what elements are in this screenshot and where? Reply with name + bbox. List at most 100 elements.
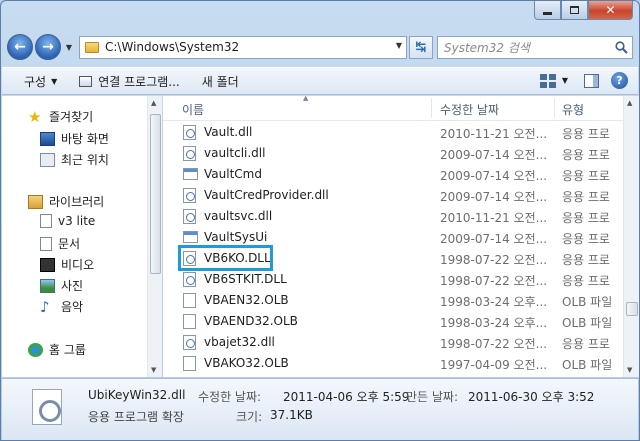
file-row[interactable]: VaultCredProvider.dll 2009-07-14 오전... 응용 … <box>163 185 623 206</box>
file-row[interactable]: VBAEN32.OLB 1998-03-24 오후... OLB 파일 <box>163 290 623 311</box>
recent-pages-dropdown[interactable]: ▼ <box>63 43 75 52</box>
help-icon[interactable]: ? <box>611 72 628 89</box>
sidebar-item-desktop[interactable]: 바탕 화면 <box>40 130 109 147</box>
sort-ascending-icon: ▲ <box>303 96 309 102</box>
file-row[interactable]: VB6STKIT.DLL 1998-07-22 오전... 응용 프로 <box>163 269 623 290</box>
open-with-button[interactable]: 연결 프로그램... <box>79 73 180 90</box>
minimize-button[interactable] <box>534 1 561 20</box>
column-header-date[interactable]: 수정한 날짜 <box>440 101 499 118</box>
preview-pane-icon[interactable] <box>584 73 599 88</box>
file-type: 응용 프로 <box>562 190 610 204</box>
file-name: VBAEND32.OLB <box>204 314 298 328</box>
sidebar-item-music[interactable]: ♪ 음악 <box>40 298 83 315</box>
organize-label: 구성 <box>24 74 47 89</box>
file-type: 응용 프로 <box>562 127 610 141</box>
scrollbar-thumb[interactable] <box>626 302 638 316</box>
size-label: 크기: <box>236 410 263 424</box>
file-row[interactable]: VBAEND32.OLB 1998-03-24 오후... OLB 파일 <box>163 311 623 332</box>
open-with-label: 연결 프로그램... <box>98 74 180 89</box>
search-icon[interactable] <box>615 40 628 54</box>
change-view-icon[interactable] <box>539 73 556 88</box>
recent-places-icon <box>40 152 55 167</box>
dll-file-icon <box>183 335 196 350</box>
new-folder-label: 새 폴더 <box>201 74 239 89</box>
command-bar: 구성 ▼ 연결 프로그램... 새 폴더 ▼ ? <box>2 67 638 95</box>
close-button[interactable]: ✕ <box>588 1 633 20</box>
file-row[interactable]: vaultsvc.dll 2010-11-21 오전... 응용 프로 <box>163 206 623 227</box>
scroll-down-icon[interactable]: ▼ <box>151 366 156 374</box>
sidebar-item-homegroup[interactable]: 홈 그룹 <box>28 341 86 358</box>
application-icon <box>183 231 198 243</box>
file-row[interactable]: vaultcli.dll 2009-07-14 오전... 응용 프로 <box>163 143 623 164</box>
sidebar-label: 사진 <box>61 279 84 293</box>
file-date: 1998-03-24 오후... <box>440 316 548 330</box>
sidebar-item-recent[interactable]: 최근 위치 <box>40 151 109 168</box>
address-text: C:\Windows\System32 <box>105 40 240 54</box>
picture-icon <box>40 278 55 293</box>
highlight-box <box>178 245 273 271</box>
scroll-up-icon[interactable]: ▲ <box>627 99 632 107</box>
file-icon <box>183 356 196 371</box>
forward-button[interactable]: → <box>35 34 61 60</box>
sidebar-label: 라이브러리 <box>49 195 105 209</box>
file-row[interactable]: VBAKO32.OLB 1997-04-09 오전... OLB 파일 <box>163 353 623 374</box>
document-icon <box>40 236 52 251</box>
view-dropdown-icon[interactable]: ▼ <box>562 76 568 85</box>
chevron-down-icon: ▼ <box>51 76 58 86</box>
file-type: 응용 프로 <box>562 253 610 267</box>
file-type: 응용 프로 <box>562 148 610 162</box>
file-date: 2009-07-14 오전... <box>440 190 548 204</box>
desktop-icon <box>40 131 55 146</box>
refresh-button[interactable]: ↹ <box>409 35 433 59</box>
column-header-type[interactable]: 유형 <box>562 101 584 118</box>
file-date: 2009-07-14 오전... <box>440 148 548 162</box>
file-row[interactable]: Vault.dll 2010-11-21 오전... 응용 프로 <box>163 122 623 143</box>
address-bar[interactable]: C:\Windows\System32 ▼ <box>79 35 407 59</box>
file-list-scrollbar[interactable]: ▲ ▼ <box>623 96 639 377</box>
size-value: 37.1KB <box>270 408 313 422</box>
file-icon <box>183 293 196 308</box>
video-icon <box>40 257 55 272</box>
back-button[interactable]: ← <box>7 34 33 60</box>
sidebar-item-pictures[interactable]: 사진 <box>40 277 83 294</box>
column-header-name[interactable]: 이름 <box>182 101 204 118</box>
file-date: 1998-07-22 오전... <box>440 253 548 267</box>
file-list: ▲ 이름 수정한 날짜 유형 Vault.dll 2010-11-21 오전...… <box>163 96 639 377</box>
star-icon: ★ <box>28 107 42 126</box>
file-row[interactable]: VaultCmd 2009-07-14 오전... 응용 프로 <box>163 164 623 185</box>
new-folder-button[interactable]: 새 폴더 <box>202 73 239 90</box>
file-type: 응용 프로 <box>562 337 610 351</box>
file-name: VB6STKIT.DLL <box>204 272 287 286</box>
scroll-up-icon[interactable]: ▲ <box>151 99 156 107</box>
sidebar-item-libraries[interactable]: 라이브러리 <box>28 193 104 210</box>
back-arrow-icon: ← <box>14 39 26 55</box>
address-dropdown-icon[interactable]: ▼ <box>396 41 402 50</box>
scroll-down-icon[interactable]: ▼ <box>627 366 632 374</box>
sidebar-item-videos[interactable]: 비디오 <box>40 256 94 273</box>
file-row[interactable]: vbajet32.dll 1998-07-22 오전... 응용 프로 <box>163 332 623 353</box>
dll-file-icon <box>183 125 196 140</box>
file-name: vaultcli.dll <box>204 146 266 160</box>
organize-button[interactable]: 구성 ▼ <box>24 73 57 90</box>
library-v3-icon <box>40 214 52 228</box>
created-label: 만든 날짜: <box>406 390 459 404</box>
dll-file-icon <box>183 188 196 203</box>
sidebar-item-documents[interactable]: 문서 <box>40 235 80 252</box>
file-name: Vault.dll <box>204 125 253 139</box>
file-date: 2009-07-14 오전... <box>440 169 548 183</box>
file-type: 응용 프로 <box>562 211 610 225</box>
file-type: 응용 프로 <box>562 169 610 183</box>
caption-buttons: ✕ <box>534 1 633 20</box>
scrollbar-thumb[interactable] <box>150 114 161 274</box>
maximize-button[interactable] <box>561 1 588 20</box>
navigation-scrollbar[interactable]: ▲ ▼ <box>147 96 162 377</box>
search-input[interactable]: System32 검색 <box>437 35 633 59</box>
sidebar-item-v3[interactable]: v3 lite <box>40 214 95 228</box>
file-icon <box>183 314 196 329</box>
minimize-icon <box>543 11 552 15</box>
sidebar-item-favorites[interactable]: ★ 즐겨찾기 <box>28 108 93 125</box>
sidebar-label: 최근 위치 <box>61 153 109 167</box>
selected-file-name: UbiKeyWin32.dll <box>88 388 186 402</box>
file-name: VaultCredProvider.dll <box>204 188 329 202</box>
file-type: OLB 파일 <box>562 358 613 372</box>
